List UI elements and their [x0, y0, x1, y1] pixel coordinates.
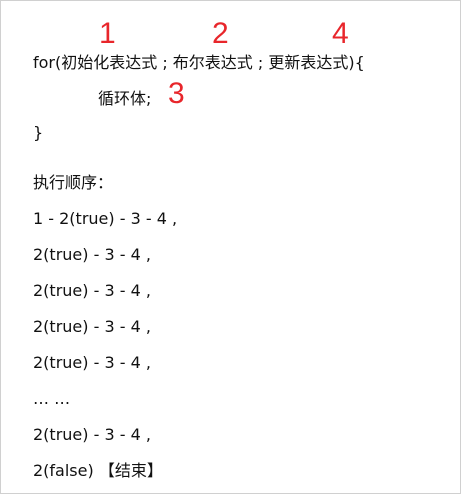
- order-step-ellipsis: … …: [33, 389, 71, 408]
- order-step: 2(true) - 3 - 4 ,: [33, 317, 151, 336]
- annotation-1: 1: [99, 17, 116, 50]
- order-step: 1 - 2(true) - 3 - 4 ,: [33, 209, 178, 228]
- closing-brace: }: [33, 123, 44, 142]
- loop-body-line: 循环体;: [98, 89, 152, 108]
- order-step: 2(true) - 3 - 4 ,: [33, 353, 151, 372]
- for-statement-line: for(初始化表达式 ; 布尔表达式 ; 更新表达式){: [33, 53, 365, 72]
- order-step-end: 2(false) 【结束】: [33, 461, 163, 480]
- order-step: 2(true) - 3 - 4 ,: [33, 281, 151, 300]
- document-frame: 1 2 4 for(初始化表达式 ; 布尔表达式 ; 更新表达式){ 循环体; …: [0, 0, 461, 494]
- annotation-2: 2: [212, 17, 229, 50]
- execution-order-title: 执行顺序：: [33, 173, 114, 192]
- order-step: 2(true) - 3 - 4 ,: [33, 425, 151, 444]
- order-step: 2(true) - 3 - 4 ,: [33, 245, 151, 264]
- annotation-4: 4: [332, 17, 349, 50]
- annotation-3: 3: [168, 77, 185, 110]
